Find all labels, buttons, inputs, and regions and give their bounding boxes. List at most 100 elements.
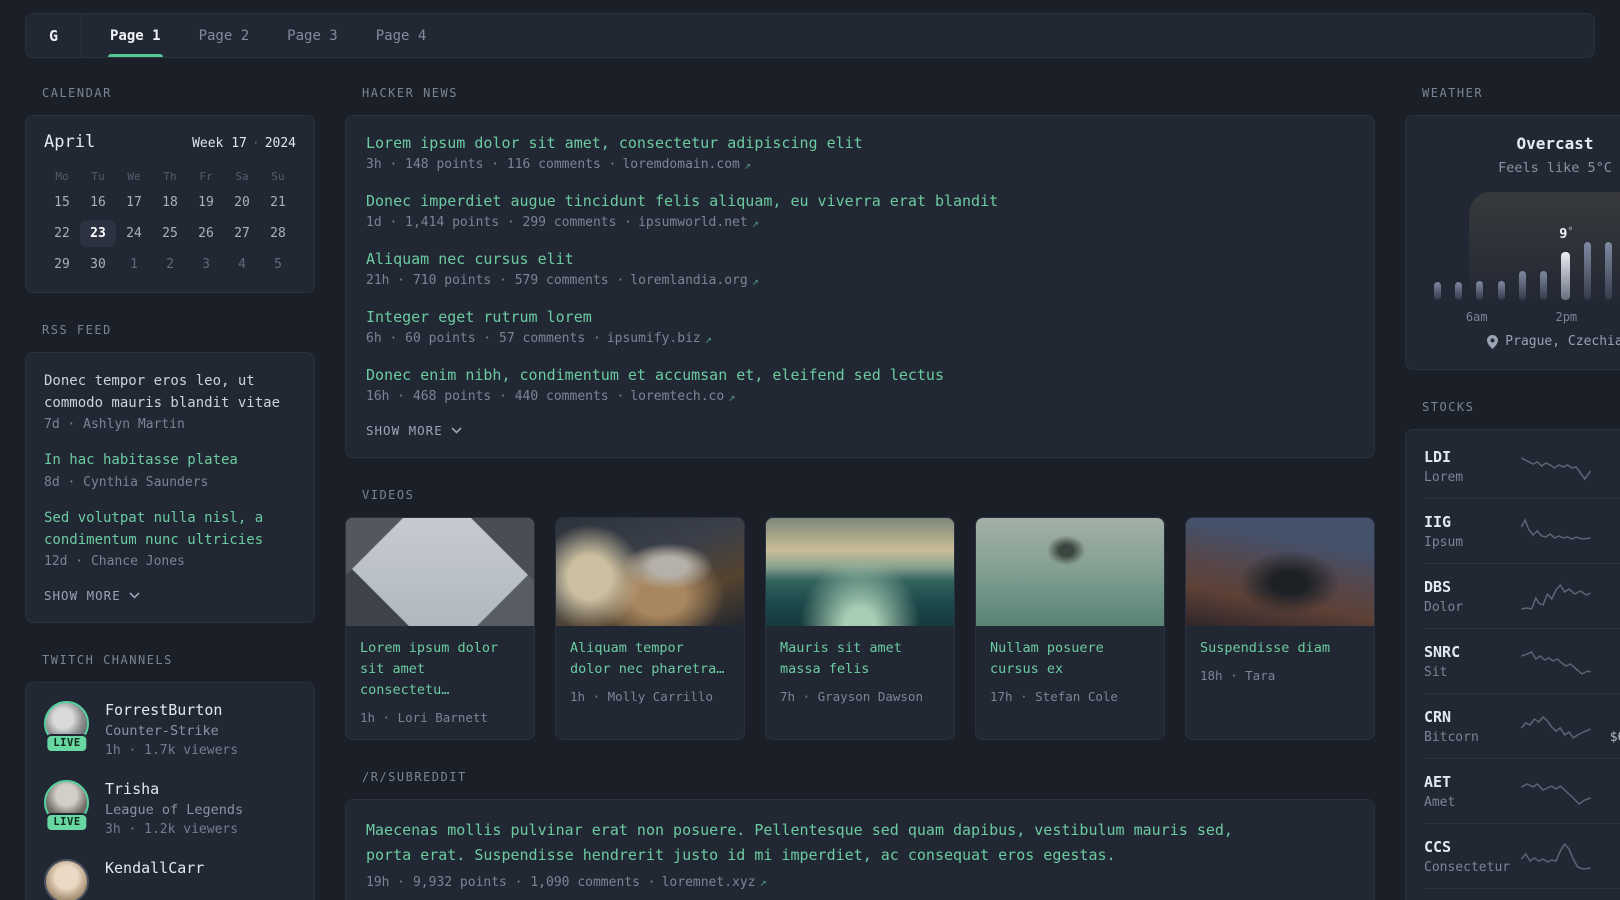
rss-item-meta: 7d · Ashlyn Martin: [44, 417, 185, 433]
stock-row: AHS +0.46%: [1424, 888, 1620, 900]
video-title[interactable]: Nullam posuere cursus ex: [990, 638, 1150, 680]
stock-change: +2.84%: [1592, 513, 1620, 531]
rss-card: Donec tempor eros leo, ut commodo mauris…: [25, 352, 315, 624]
video-thumbnail[interactable]: [556, 518, 744, 626]
stock-row: CRN Bitcorn -1.00% $66,171.48: [1424, 693, 1620, 758]
calendar-cell: 19: [198, 195, 214, 210]
stock-symbol[interactable]: AET: [1424, 773, 1520, 791]
stock-values: -1.00% $66,171.48: [1592, 708, 1620, 745]
stock-sparkline: [1520, 582, 1592, 612]
stock-change: +4.35%: [1592, 448, 1620, 466]
stock-symbol[interactable]: IIG: [1424, 513, 1520, 531]
stock-name: Bitcorn: [1424, 730, 1479, 745]
stock-symbol[interactable]: LDI: [1424, 448, 1520, 466]
subreddit-card: Maecenas mollis pulvinar erat non posuer…: [345, 798, 1375, 900]
stock-id: CCS Consectetur: [1424, 838, 1520, 875]
stock-row: DBS Dolor +1.42% $156.28: [1424, 563, 1620, 628]
external-link-icon: ↗: [728, 389, 736, 404]
video-card[interactable]: Nullam posuere cursus ex 17h · Stefan Co…: [975, 517, 1165, 740]
subreddit-post-title[interactable]: Maecenas mollis pulvinar erat non posuer…: [366, 818, 1251, 869]
stock-symbol[interactable]: DBS: [1424, 578, 1520, 596]
hn-show-more-button[interactable]: SHOW MORE: [366, 423, 462, 438]
weather-bars: [1434, 240, 1620, 300]
subreddit-widget: /R/SUBREDDIT Maecenas mollis pulvinar er…: [345, 770, 1375, 900]
channel-name[interactable]: Trisha: [105, 780, 243, 798]
avatar[interactable]: [44, 859, 89, 900]
stock-symbol[interactable]: CCS: [1424, 838, 1520, 856]
video-title[interactable]: Aliquam tempor dolor nec pharetra…: [570, 638, 730, 680]
app-logo[interactable]: G: [26, 14, 82, 57]
video-title[interactable]: Lorem ipsum dolor sit amet consectetu…: [360, 638, 520, 701]
hn-item-title[interactable]: Donec imperdiet augue tincidunt felis al…: [366, 192, 1354, 210]
twitch-channel: LIVE KendallCarr: [44, 859, 296, 900]
stock-change: -1.00%: [1592, 708, 1620, 726]
channel-name[interactable]: KendallCarr: [105, 859, 204, 877]
hn-item-info: 16h · 468 points · 440 comments ·: [366, 389, 625, 404]
video-thumbnail[interactable]: [976, 518, 1164, 626]
videos-label: VIDEOS: [362, 488, 415, 502]
hn-item-title[interactable]: Aliquam nec cursus elit: [366, 250, 1354, 268]
video-thumbnail[interactable]: [766, 518, 954, 626]
calendar-year: 2024: [264, 136, 296, 151]
hn-item: Lorem ipsum dolor sit amet, consectetur …: [366, 134, 1354, 172]
stock-name: Ipsum: [1424, 535, 1464, 550]
hn-item-domain-link[interactable]: loremtech.co ↗: [630, 389, 735, 404]
hn-item-domain-link[interactable]: loremdomain.com ↗: [622, 157, 751, 172]
video-card[interactable]: Lorem ipsum dolor sit amet consectetu… 1…: [345, 517, 535, 740]
video-meta: 1h · Lori Barnett: [360, 709, 488, 725]
hn-item-title[interactable]: Lorem ipsum dolor sit amet, consectetur …: [366, 134, 1354, 152]
rss-item-title[interactable]: Donec tempor eros leo, ut commodo mauris…: [44, 371, 296, 414]
calendar-dow: Su: [271, 170, 285, 183]
hn-item-domain-link[interactable]: loremlandia.org ↗: [630, 273, 759, 288]
stock-price: $42.04: [1592, 535, 1620, 550]
rss-item-title[interactable]: In hac habitasse platea: [44, 450, 296, 472]
hn-item-domain-link[interactable]: ipsumify.biz ↗: [607, 331, 712, 346]
stocks-label: STOCKS: [1422, 400, 1475, 414]
video-title[interactable]: Mauris sit amet massa felis: [780, 638, 940, 680]
hn-item-domain: ipsumify.biz: [606, 331, 701, 346]
tab-page-1[interactable]: Page 1: [108, 14, 163, 57]
calendar-dow: Mo: [55, 170, 69, 183]
video-card[interactable]: Suspendisse diam 18h · Tara: [1185, 517, 1375, 740]
tab-page-2[interactable]: Page 2: [199, 14, 250, 57]
hn-item: Donec imperdiet augue tincidunt felis al…: [366, 192, 1354, 230]
weather-card: Overcast Feels like 5°C 9° 6am 2pm 10pm: [1405, 115, 1620, 370]
hn-item-meta: 6h · 60 points · 57 comments · ipsumify.…: [366, 331, 1354, 346]
subreddit-domain-link[interactable]: loremnet.xyz ↗: [662, 875, 767, 890]
channel-name[interactable]: ForrestBurton: [105, 701, 238, 719]
stock-price: $66,171.48: [1609, 730, 1620, 745]
calendar-cell: 3: [202, 257, 210, 272]
calendar-cell: 23: [80, 220, 116, 247]
video-title[interactable]: Suspendisse diam: [1200, 638, 1360, 659]
hn-item-domain-link[interactable]: ipsumworld.net ↗: [638, 215, 759, 230]
rss-label: RSS FEED: [42, 323, 112, 337]
calendar-cell: 30: [90, 257, 106, 272]
video-thumbnail[interactable]: [346, 518, 534, 626]
rss-show-more-button[interactable]: SHOW MORE: [44, 588, 140, 603]
show-more-label: SHOW MORE: [366, 423, 443, 438]
calendar-widget: CALENDAR April Week 17 · 2024 Mo Tu We Th Fr Sa…: [25, 86, 315, 293]
live-badge: LIVE: [45, 734, 89, 754]
rss-item-title[interactable]: Sed volutpat nulla nisl, a condimentum n…: [44, 508, 296, 551]
stock-price: $156.28: [1592, 600, 1620, 615]
sparkline-chart: [1520, 712, 1592, 742]
tab-page-4[interactable]: Page 4: [376, 14, 427, 57]
stock-values: +0.92% $499.72: [1592, 773, 1620, 810]
stock-symbol[interactable]: CRN: [1424, 708, 1520, 726]
subreddit-domain: loremnet.xyz: [661, 874, 756, 890]
hn-item-title[interactable]: Integer eget rutrum lorem: [366, 308, 1354, 326]
hn-item-title[interactable]: Donec enim nibh, condimentum et accumsan…: [366, 366, 1354, 384]
video-thumbnail[interactable]: [1186, 518, 1374, 626]
video-body: Nullam posuere cursus ex 17h · Stefan Co…: [976, 626, 1164, 718]
video-card[interactable]: Aliquam tempor dolor nec pharetra… 1h · …: [555, 517, 745, 740]
stock-price: $795.18: [1592, 470, 1620, 485]
sparkline-chart: [1520, 582, 1592, 612]
stock-values: +0.51% $165.84: [1592, 838, 1620, 875]
stock-symbol[interactable]: SNRC: [1424, 643, 1520, 661]
stock-values: +1.36% $148.64: [1592, 643, 1620, 680]
calendar-header: April Week 17 · 2024: [44, 132, 296, 152]
hn-item-domain: loremlandia.org: [630, 273, 748, 288]
calendar-dow-row: Mo Tu We Th Fr Sa Su: [44, 166, 296, 189]
video-card[interactable]: Mauris sit amet massa felis 7h · Grayson…: [765, 517, 955, 740]
tab-page-3[interactable]: Page 3: [287, 14, 338, 57]
